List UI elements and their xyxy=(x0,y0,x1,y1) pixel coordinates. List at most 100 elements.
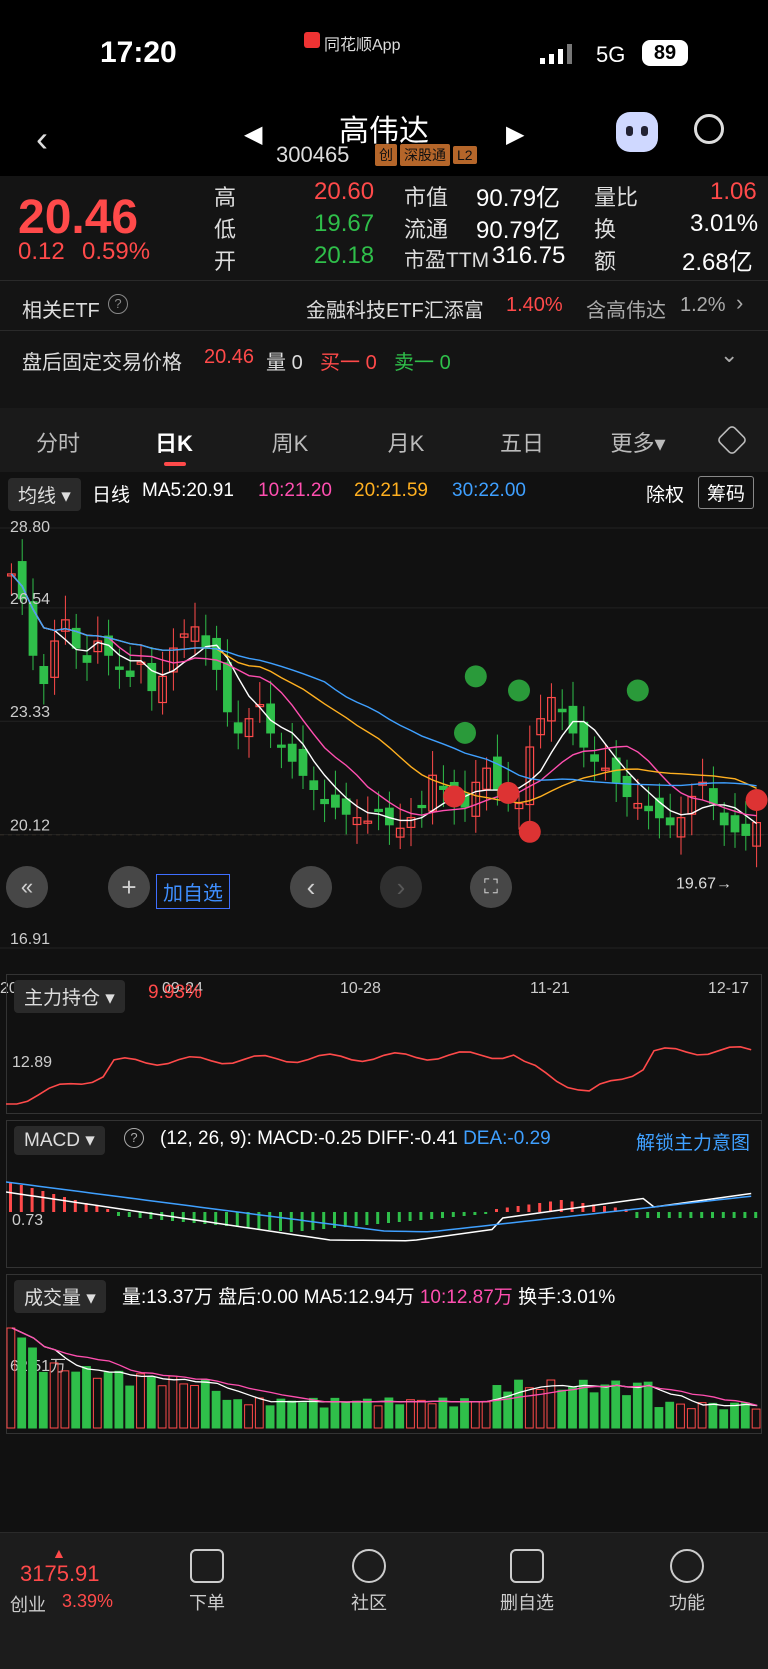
volume-bar xyxy=(665,1401,675,1429)
volume-bar xyxy=(168,1375,178,1429)
candle-body xyxy=(331,794,340,808)
community-button[interactable]: 社区 xyxy=(314,1549,424,1615)
macd-dropdown[interactable]: MACD ▾ xyxy=(14,1126,105,1155)
tab-intraday[interactable]: 分时 xyxy=(18,426,98,458)
volume-bar xyxy=(643,1381,653,1429)
volume-bar xyxy=(200,1379,210,1429)
candle-body xyxy=(277,744,286,748)
macd-bar xyxy=(538,1203,542,1212)
etf-name[interactable]: 金融科技ETF汇添富 xyxy=(306,294,484,323)
settings-icon[interactable] xyxy=(716,424,748,456)
zoom-in-icon[interactable]: + xyxy=(108,866,150,908)
volume-bar xyxy=(60,1370,70,1429)
candle-body xyxy=(665,817,675,826)
search-icon[interactable] xyxy=(694,114,724,144)
macd-bar xyxy=(300,1212,304,1231)
signal-marker xyxy=(518,820,541,843)
macd-bar xyxy=(246,1212,250,1228)
volume-bar xyxy=(287,1400,297,1429)
high-label: 高 xyxy=(214,185,237,210)
volume-chart xyxy=(6,1327,761,1429)
macd-bar xyxy=(376,1212,380,1224)
ah-vol-label: 量 xyxy=(266,352,286,374)
amount-label: 额 xyxy=(594,249,617,274)
back-icon[interactable]: ‹ xyxy=(36,118,48,160)
y-axis-label: 20.12 xyxy=(10,818,50,835)
macd-help-icon[interactable]: ? xyxy=(124,1128,144,1148)
index-value[interactable]: 3175.91 xyxy=(20,1561,100,1587)
order-icon xyxy=(190,1549,224,1583)
period-tabs: 分时 日K 周K 月K 五日 更多▾ xyxy=(0,408,768,472)
macd-label: MACD xyxy=(24,1130,80,1151)
float-label: 流通 xyxy=(404,217,449,242)
tab-monthly-k[interactable]: 月K xyxy=(366,426,446,458)
volume-bar xyxy=(157,1385,167,1429)
candle-body xyxy=(125,670,135,677)
order-button[interactable]: 下单 xyxy=(152,1549,262,1615)
function-icon xyxy=(670,1549,704,1583)
macd-bar xyxy=(387,1212,390,1223)
volume-bar xyxy=(470,1401,480,1429)
tab-five-day[interactable]: 五日 xyxy=(482,426,562,458)
scroll-left-icon[interactable]: ‹ xyxy=(290,866,332,908)
help-icon[interactable]: ? xyxy=(108,294,128,314)
ma-type-dropdown[interactable]: 均线 ▾ xyxy=(8,478,81,511)
macd-bar xyxy=(570,1201,574,1212)
macd-bar xyxy=(430,1212,434,1219)
volume-bar xyxy=(568,1386,577,1429)
tab-more-label: 更多 xyxy=(610,431,655,456)
status-bar: 17:20 同花顺App 5G 89 xyxy=(0,0,768,100)
volume-bar xyxy=(330,1397,340,1429)
collapse-icon[interactable]: « xyxy=(6,866,48,908)
volume-ma10: 10:12.87万 xyxy=(419,1287,513,1308)
tag-chuang: 创 xyxy=(375,144,397,166)
volume-bar xyxy=(49,1362,59,1429)
macd-bar xyxy=(603,1206,606,1212)
volume-bar xyxy=(632,1382,642,1429)
candle-body xyxy=(719,812,729,826)
volume-bar xyxy=(211,1390,221,1429)
unlock-intent-link[interactable]: 解锁主力意图 xyxy=(636,1128,750,1155)
remove-watchlist-button[interactable]: 删自选 xyxy=(472,1549,582,1615)
tab-daily-k[interactable]: 日K xyxy=(134,426,214,458)
volume-bar xyxy=(298,1402,307,1429)
robot-assistant-icon[interactable] xyxy=(616,112,658,152)
candle-body xyxy=(212,637,221,670)
volume-bar xyxy=(514,1379,523,1429)
order-label: 下单 xyxy=(189,1593,225,1613)
index-name: 创业 xyxy=(10,1595,46,1615)
chevron-right-icon[interactable]: › xyxy=(736,290,743,316)
macd-bar xyxy=(721,1212,725,1218)
add-watchlist-button[interactable]: 加自选 xyxy=(156,874,230,909)
fullscreen-icon[interactable]: ⛶ xyxy=(470,866,512,908)
adjust-button[interactable]: 除权 xyxy=(646,480,684,507)
volume-bar xyxy=(557,1389,567,1429)
volume-bar xyxy=(611,1380,621,1429)
tab-more[interactable]: 更多▾ xyxy=(598,426,678,458)
function-button[interactable]: 功能 xyxy=(632,1549,742,1615)
signal-marker xyxy=(443,785,466,808)
stock-tags: 创深股通 L2 xyxy=(372,144,477,166)
y-axis-label: 26.54 xyxy=(10,591,50,608)
index-pct: 3.39% xyxy=(62,1591,114,1611)
chevron-down-icon[interactable]: ⌄ xyxy=(720,342,738,368)
main-force-line xyxy=(6,1046,752,1105)
tab-weekly-k[interactable]: 周K xyxy=(250,426,330,458)
scroll-right-icon[interactable]: › xyxy=(380,866,422,908)
macd-bar xyxy=(181,1212,185,1222)
candle-body xyxy=(622,775,632,798)
volume-bar xyxy=(708,1402,718,1429)
next-stock-icon[interactable]: ▶ xyxy=(506,120,524,149)
candle-body xyxy=(266,703,275,734)
signal-marker xyxy=(497,781,520,804)
volume-bar xyxy=(222,1399,232,1429)
chips-button[interactable]: 筹码 xyxy=(698,476,755,509)
pe-label: 市盈TTM xyxy=(404,249,490,272)
kline-chart[interactable]: 28.8026.5423.3320.1216.9119.67→2025-09-0… xyxy=(0,508,768,1008)
candle-body xyxy=(223,662,232,713)
turnover-value: 3.01% xyxy=(690,210,759,237)
community-icon xyxy=(352,1549,386,1583)
prev-stock-icon[interactable]: ◀ xyxy=(244,120,262,149)
mcap-value: 90.79亿 xyxy=(476,185,561,212)
candle-body xyxy=(568,705,578,734)
